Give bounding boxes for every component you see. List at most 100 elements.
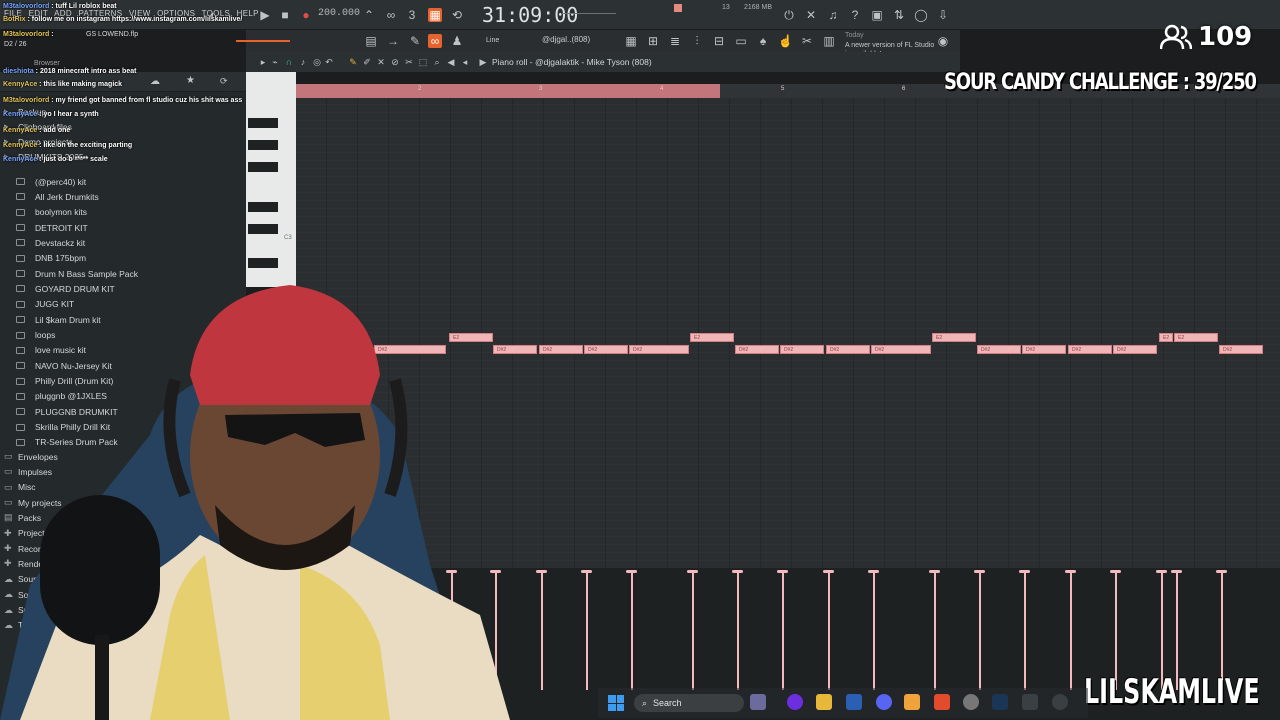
black-key[interactable]: [248, 162, 278, 172]
widgets-icon[interactable]: [750, 694, 766, 710]
piano-roll-note[interactable]: D#2: [1113, 345, 1157, 354]
countdown-icon[interactable]: 3: [405, 8, 419, 22]
copilot-icon[interactable]: [787, 694, 803, 710]
pencil-icon[interactable]: ✎: [408, 34, 422, 48]
piano-keyboard[interactable]: C3: [246, 72, 296, 287]
snap-mode[interactable]: Line: [486, 37, 499, 44]
magnet-icon[interactable]: ⌁: [268, 55, 282, 69]
drumkit-item[interactable]: DETROIT KIT: [16, 220, 88, 235]
position-slider[interactable]: [236, 40, 290, 42]
drumkit-item[interactable]: DNB 175bpm: [16, 251, 86, 266]
velocity-bar[interactable]: [823, 570, 834, 690]
record-icon[interactable]: ●: [299, 8, 313, 22]
piano-roll-note[interactable]: D#2: [1068, 345, 1112, 354]
velocity-bar[interactable]: [777, 570, 788, 690]
link-icon[interactable]: ∞: [428, 34, 442, 48]
piano-roll-note[interactable]: D#2: [871, 345, 931, 354]
wait-icon[interactable]: ∞: [384, 8, 398, 22]
eq-icon[interactable]: ⫶: [690, 34, 704, 48]
black-key[interactable]: [248, 202, 278, 212]
velocity-bar[interactable]: [1019, 570, 1030, 690]
piano-roll-note[interactable]: E2: [1174, 333, 1218, 342]
touch-icon[interactable]: ☝: [778, 34, 793, 48]
velocity-bar[interactable]: [536, 570, 547, 690]
velocity-bar[interactable]: [974, 570, 985, 690]
play-icon[interactable]: ▶: [258, 8, 272, 22]
piano-roll-note[interactable]: D#2: [780, 345, 824, 354]
draw-tool-icon[interactable]: ✎: [346, 55, 360, 69]
step-edit-icon[interactable]: ▦: [428, 8, 442, 22]
file-explorer-icon[interactable]: [816, 694, 832, 710]
metronome-icon[interactable]: ⌃: [362, 8, 376, 22]
stop-icon[interactable]: ■: [278, 8, 292, 22]
drumkit-item[interactable]: (@perc40) kit: [16, 174, 86, 189]
browser-icon[interactable]: ⊟: [712, 34, 726, 48]
snap-icon[interactable]: ∩: [282, 55, 296, 69]
drumkit-item[interactable]: All Jerk Drumkits: [16, 189, 99, 204]
velocity-bar[interactable]: [868, 570, 879, 690]
master-pitch-slider[interactable]: [562, 13, 616, 14]
black-key[interactable]: [248, 118, 278, 128]
piano-roll-note[interactable]: D#2: [539, 345, 583, 354]
mixer-icon[interactable]: ✕: [804, 8, 818, 22]
mic-icon[interactable]: ♫: [826, 8, 840, 22]
cut-icon[interactable]: ✂: [800, 34, 814, 48]
piano-roll-note[interactable]: D#2: [735, 345, 779, 354]
stamp-icon[interactable]: ♟: [450, 34, 464, 48]
drumkit-item[interactable]: Devstackz kit: [16, 235, 85, 250]
refresh-icon[interactable]: ⟳: [220, 76, 228, 87]
loop-record-icon[interactable]: ⟲: [450, 8, 464, 22]
piano-roll-note[interactable]: E2: [932, 333, 976, 342]
scrub-tool-icon[interactable]: ◀: [444, 55, 458, 69]
settings-icon[interactable]: [963, 694, 979, 710]
app-icon[interactable]: [1022, 694, 1038, 710]
mute-tool-icon[interactable]: ⊘: [388, 55, 402, 69]
discord-icon[interactable]: [876, 694, 892, 710]
piano-roll-note[interactable]: D#2: [1219, 345, 1263, 354]
piano-roll-icon[interactable]: ▦: [624, 34, 638, 48]
select-tool-icon[interactable]: ⬚: [416, 55, 430, 69]
channel-rack-icon[interactable]: ⊞: [646, 34, 660, 48]
piano-roll-note[interactable]: D#2: [584, 345, 628, 354]
cloud-icon[interactable]: ☁: [150, 76, 160, 87]
drumkit-item[interactable]: Drum N Bass Sample Pack: [16, 266, 138, 281]
plugin-icon[interactable]: ⇅: [892, 8, 906, 22]
save-icon[interactable]: ▣: [870, 8, 884, 22]
volume-icon[interactable]: ◂: [458, 55, 472, 69]
file-icon[interactable]: ▭: [734, 34, 748, 48]
velocity-bar[interactable]: [732, 570, 743, 690]
piano-roll-note[interactable]: D#2: [629, 345, 689, 354]
piano-roll-note[interactable]: D#2: [977, 345, 1021, 354]
drumkit-item[interactable]: boolymon kits: [16, 205, 87, 220]
piano-roll-note[interactable]: D#2: [826, 345, 870, 354]
velocity-bar[interactable]: [626, 570, 637, 690]
download-icon[interactable]: ⇩: [936, 8, 950, 22]
taskbar-search[interactable]: ⌕ Search: [634, 694, 744, 712]
target-instrument-icon[interactable]: ▶: [476, 55, 490, 69]
update-icon[interactable]: ◉: [936, 34, 950, 48]
cpu-icon[interactable]: ⏻: [782, 8, 796, 22]
store-icon[interactable]: [846, 694, 862, 710]
arrow-icon[interactable]: →: [386, 34, 400, 48]
note-icon[interactable]: ♪: [296, 55, 310, 69]
playlist-icon[interactable]: ▤: [364, 34, 378, 48]
black-key[interactable]: [248, 258, 278, 268]
chat-icon[interactable]: ◯: [914, 8, 928, 22]
mixer2-icon[interactable]: ≣: [668, 34, 682, 48]
pattern-selector[interactable]: @djgal..(808): [542, 35, 590, 44]
master-volume-knob[interactable]: [674, 4, 682, 12]
paint-tool-icon[interactable]: ✐: [360, 55, 374, 69]
star-icon[interactable]: ★: [186, 75, 195, 86]
4k-app-icon[interactable]: [1052, 694, 1068, 710]
velocity-bar[interactable]: [687, 570, 698, 690]
piano-roll-note[interactable]: D#2: [1022, 345, 1066, 354]
piano-roll-note[interactable]: E2: [690, 333, 734, 342]
tempo-display[interactable]: 200.000: [318, 8, 360, 19]
piano-roll-note[interactable]: E2: [1159, 333, 1173, 342]
undo-icon[interactable]: ↶: [322, 55, 336, 69]
windows-start-icon[interactable]: [608, 695, 624, 711]
brave-icon[interactable]: [934, 694, 950, 710]
timeline-selection[interactable]: [296, 84, 720, 98]
velocity-bar[interactable]: [581, 570, 592, 690]
gift-icon[interactable]: ▥: [822, 34, 836, 48]
